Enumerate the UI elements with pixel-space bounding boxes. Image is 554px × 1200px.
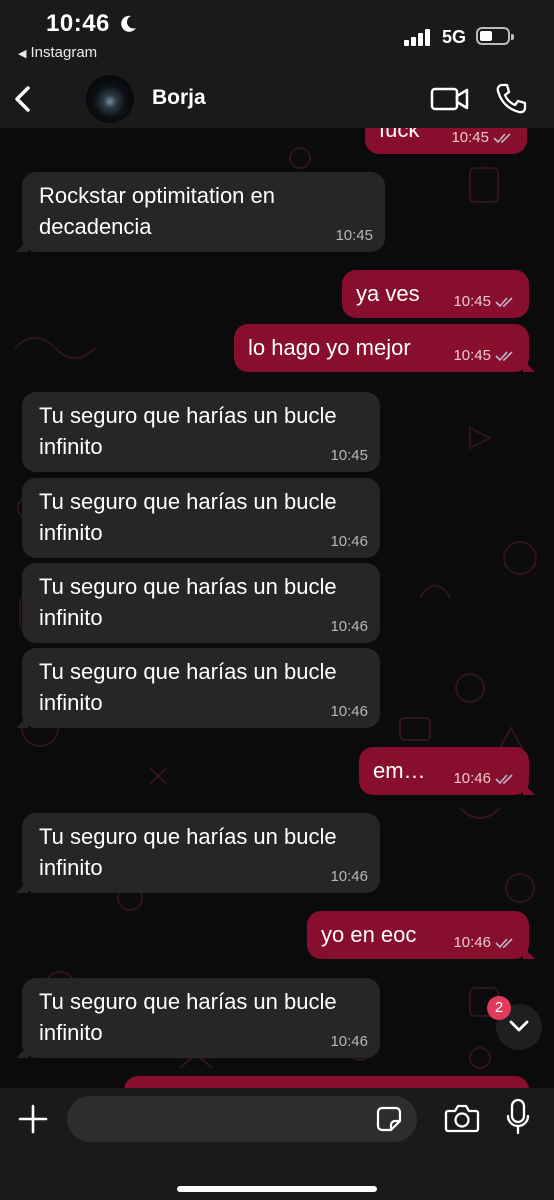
message-meta: 10:45: [451, 130, 515, 146]
message-list[interactable]: fuck 10:45 Rockstar optimitation en deca…: [0, 128, 554, 1088]
video-call-icon[interactable]: [430, 84, 470, 114]
message-text: em…: [373, 758, 426, 783]
message-bubble-incoming[interactable]: Tu seguro que harías un bucle infinito 1…: [22, 392, 380, 472]
message-bubble-outgoing-partial[interactable]: [124, 1076, 529, 1088]
message-bubble-outgoing[interactable]: em… 10:46: [359, 747, 535, 795]
message-time: 10:45: [451, 129, 489, 146]
message-bubble-outgoing[interactable]: fuck 10:45: [365, 128, 527, 154]
microphone-icon[interactable]: [506, 1098, 530, 1136]
composer-bar: [0, 1088, 554, 1200]
message-time: 10:46: [453, 770, 491, 787]
unread-count-badge: 2: [487, 996, 511, 1020]
message-bubble-incoming[interactable]: Tu seguro que harías un bucle infinito 1…: [16, 648, 380, 728]
contact-avatar[interactable]: [86, 75, 134, 123]
read-receipt-icon: [495, 351, 513, 362]
battery-icon: [476, 27, 514, 45]
phone-call-icon[interactable]: [494, 82, 528, 116]
back-app-label: Instagram: [30, 44, 98, 61]
message-time: 10:45: [453, 293, 491, 310]
message-bubble-incoming[interactable]: Tu seguro que harías un bucle infinito 1…: [16, 978, 380, 1058]
message-text: Tu seguro que harías un bucle infinito: [39, 574, 337, 630]
home-indicator: [177, 1186, 377, 1192]
message-bubble-incoming[interactable]: Tu seguro que harías un bucle infinito 1…: [22, 563, 380, 643]
read-receipt-icon: [493, 133, 511, 144]
message-input[interactable]: [67, 1096, 417, 1142]
chat-header: Borja: [0, 70, 554, 128]
contact-name[interactable]: Borja: [152, 86, 206, 110]
message-text: fuck: [379, 128, 420, 142]
back-triangle-icon: ◀: [18, 48, 27, 60]
message-time: 10:46: [453, 934, 491, 951]
message-text: Tu seguro que harías un bucle infinito: [39, 403, 337, 459]
message-text: Rockstar optimitation en decadencia: [39, 183, 275, 239]
message-bubble-incoming[interactable]: Tu seguro que harías un bucle infinito 1…: [22, 478, 380, 558]
message-meta: 10:45: [453, 294, 517, 310]
message-meta: 10:46: [453, 935, 517, 951]
message-text: Tu seguro que harías un bucle infinito: [39, 659, 337, 715]
message-time: 10:45: [330, 447, 368, 464]
read-receipt-icon: [495, 938, 513, 949]
message-text: Tu seguro que harías un bucle infinito: [39, 989, 337, 1045]
message-bubble-incoming[interactable]: Rockstar optimitation en decadencia 10:4…: [16, 172, 385, 252]
read-receipt-icon: [495, 774, 513, 785]
plus-icon[interactable]: [16, 1102, 50, 1136]
message-meta: 10:45: [453, 348, 517, 364]
network-type: 5G: [442, 27, 467, 47]
back-to-app-link[interactable]: ◀ Instagram: [18, 44, 97, 61]
status-bar: 10:46 ◀ Instagram 5G: [0, 0, 554, 70]
message-bubble-outgoing[interactable]: ya ves 10:45: [342, 270, 529, 318]
sticker-icon[interactable]: [376, 1106, 402, 1132]
message-bubble-outgoing[interactable]: lo hago yo mejor 10:45: [234, 324, 535, 372]
read-receipt-icon: [495, 297, 513, 308]
chevron-down-icon: [509, 1020, 529, 1032]
message-meta: 10:46: [453, 771, 517, 787]
message-text: lo hago yo mejor: [248, 335, 411, 360]
battery-fill: [480, 31, 492, 41]
message-bubble-outgoing[interactable]: yo en eoc 10:46: [307, 911, 535, 959]
message-time: 10:46: [330, 703, 368, 720]
moon-icon: [121, 15, 136, 32]
message-time: 10:46: [330, 1033, 368, 1050]
message-text: yo en eoc: [321, 922, 417, 947]
message-text: Tu seguro que harías un bucle infinito: [39, 489, 337, 545]
message-time: 10:45: [335, 227, 373, 244]
status-time: 10:46: [46, 10, 110, 37]
message-text: Tu seguro que harías un bucle infinito: [39, 824, 337, 880]
message-bubble-incoming[interactable]: Tu seguro que harías un bucle infinito 1…: [16, 813, 380, 893]
signal-icon: [404, 28, 436, 46]
message-time: 10:45: [453, 347, 491, 364]
camera-icon[interactable]: [444, 1102, 480, 1134]
message-time: 10:46: [330, 868, 368, 885]
message-time: 10:46: [330, 618, 368, 635]
message-time: 10:46: [330, 533, 368, 550]
message-text: ya ves: [356, 281, 420, 306]
back-chevron-icon[interactable]: [10, 82, 38, 116]
